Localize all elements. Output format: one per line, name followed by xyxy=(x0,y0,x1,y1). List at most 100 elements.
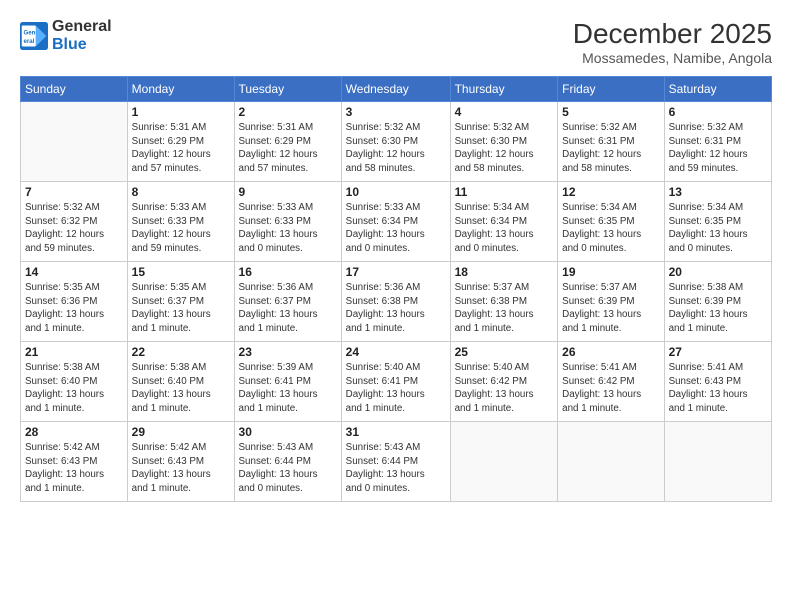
table-row: 2 Sunrise: 5:31 AM Sunset: 6:29 PM Daylig… xyxy=(234,102,341,182)
table-row: 10 Sunrise: 5:33 AM Sunset: 6:34 PM Dayli… xyxy=(341,182,450,262)
day-info: Sunrise: 5:31 AM Sunset: 6:29 PM Dayligh… xyxy=(132,121,230,176)
table-row: 3Sunrise: 5:32 AM Sunset: 6:30 PM Daylig… xyxy=(341,102,450,182)
logo-line1: General xyxy=(52,18,112,36)
day-info: Sunrise: 5:39 AM Sunset: 6:41 PM Dayligh… xyxy=(239,361,337,416)
table-row xyxy=(664,422,771,502)
col-sunday: Sunday xyxy=(21,77,128,102)
table-row: 30 Sunrise: 5:43 AM Sunset: 6:44 PM Dayli… xyxy=(234,422,341,502)
day-info: Sunrise: 5:32 AM Sunset: 6:30 PM Dayligh… xyxy=(455,121,554,176)
col-thursday: Thursday xyxy=(450,77,558,102)
title-block: December 2025 Mossamedes, Namibe, Angola xyxy=(573,18,772,66)
day-info: Sunrise: 5:40 AM Sunset: 6:42 PM Dayligh… xyxy=(455,361,554,416)
day-number: 31 xyxy=(346,425,446,439)
day-number: 8 xyxy=(132,185,230,199)
day-info: Sunrise: 5:43 AM Sunset: 6:44 PM Dayligh… xyxy=(239,441,337,496)
day-info: Sunrise: 5:40 AM Sunset: 6:41 PM Dayligh… xyxy=(346,361,446,416)
table-row: 1Sunrise: 5:31 AM Sunset: 6:29 PM Daylig… xyxy=(127,102,234,182)
day-number: 17 xyxy=(346,265,446,279)
table-row: 19 Sunrise: 5:37 AM Sunset: 6:39 PM Dayli… xyxy=(558,262,664,342)
day-number: 15 xyxy=(132,265,230,279)
table-row: 21 Sunrise: 5:38 AM Sunset: 6:40 PM Dayli… xyxy=(21,342,128,422)
col-wednesday: Wednesday xyxy=(341,77,450,102)
day-info: Sunrise: 5:33 AM Sunset: 6:33 PM Dayligh… xyxy=(132,201,230,256)
svg-text:Gen: Gen xyxy=(24,30,36,37)
day-number: 21 xyxy=(25,345,123,359)
day-info: Sunrise: 5:37 AM Sunset: 6:39 PM Dayligh… xyxy=(562,281,659,336)
day-number: 23 xyxy=(239,345,337,359)
table-row: 12 Sunrise: 5:34 AM Sunset: 6:35 PM Dayli… xyxy=(558,182,664,262)
day-number: 28 xyxy=(25,425,123,439)
table-row: 24 Sunrise: 5:40 AM Sunset: 6:41 PM Dayli… xyxy=(341,342,450,422)
table-row: 11 Sunrise: 5:34 AM Sunset: 6:34 PM Dayli… xyxy=(450,182,558,262)
calendar-table: Sunday Monday Tuesday Wednesday Thursday… xyxy=(20,76,772,502)
day-info: Sunrise: 5:41 AM Sunset: 6:42 PM Dayligh… xyxy=(562,361,659,416)
col-monday: Monday xyxy=(127,77,234,102)
day-number: 26 xyxy=(562,345,659,359)
day-number: 11 xyxy=(455,185,554,199)
day-info: Sunrise: 5:32 AM Sunset: 6:32 PM Dayligh… xyxy=(25,201,123,256)
col-friday: Friday xyxy=(558,77,664,102)
col-saturday: Saturday xyxy=(664,77,771,102)
day-number: 20 xyxy=(669,265,767,279)
day-number: 6 xyxy=(669,105,767,119)
day-number: 24 xyxy=(346,345,446,359)
table-row: 4 Sunrise: 5:32 AM Sunset: 6:30 PM Daylig… xyxy=(450,102,558,182)
table-row: 20 Sunrise: 5:38 AM Sunset: 6:39 PM Dayli… xyxy=(664,262,771,342)
table-row: 8 Sunrise: 5:33 AM Sunset: 6:33 PM Daylig… xyxy=(127,182,234,262)
day-number: 3 xyxy=(346,105,446,119)
table-row xyxy=(450,422,558,502)
day-number: 18 xyxy=(455,265,554,279)
day-info: Sunrise: 5:42 AM Sunset: 6:43 PM Dayligh… xyxy=(132,441,230,496)
day-number: 4 xyxy=(455,105,554,119)
day-number: 5 xyxy=(562,105,659,119)
day-info: Sunrise: 5:37 AM Sunset: 6:38 PM Dayligh… xyxy=(455,281,554,336)
day-number: 29 xyxy=(132,425,230,439)
day-info: Sunrise: 5:33 AM Sunset: 6:34 PM Dayligh… xyxy=(346,201,446,256)
day-number: 10 xyxy=(346,185,446,199)
day-number: 25 xyxy=(455,345,554,359)
day-number: 2 xyxy=(239,105,337,119)
table-row: 27 Sunrise: 5:41 AM Sunset: 6:43 PM Dayli… xyxy=(664,342,771,422)
calendar-week-row: 21 Sunrise: 5:38 AM Sunset: 6:40 PM Dayli… xyxy=(21,342,772,422)
table-row: 9 Sunrise: 5:33 AM Sunset: 6:33 PM Daylig… xyxy=(234,182,341,262)
day-info: Sunrise: 5:34 AM Sunset: 6:34 PM Dayligh… xyxy=(455,201,554,256)
day-info: Sunrise: 5:35 AM Sunset: 6:36 PM Dayligh… xyxy=(25,281,123,336)
day-info: Sunrise: 5:31 AM Sunset: 6:29 PM Dayligh… xyxy=(239,121,337,176)
day-number: 7 xyxy=(25,185,123,199)
table-row: 31Sunrise: 5:43 AM Sunset: 6:44 PM Dayli… xyxy=(341,422,450,502)
logo-icon: Gen eral xyxy=(20,22,48,50)
day-info: Sunrise: 5:34 AM Sunset: 6:35 PM Dayligh… xyxy=(669,201,767,256)
table-row: 18 Sunrise: 5:37 AM Sunset: 6:38 PM Dayli… xyxy=(450,262,558,342)
table-row: 29 Sunrise: 5:42 AM Sunset: 6:43 PM Dayli… xyxy=(127,422,234,502)
header: Gen eral General Blue December 2025 Moss… xyxy=(20,18,772,66)
day-number: 13 xyxy=(669,185,767,199)
day-info: Sunrise: 5:32 AM Sunset: 6:31 PM Dayligh… xyxy=(669,121,767,176)
table-row: 23 Sunrise: 5:39 AM Sunset: 6:41 PM Dayli… xyxy=(234,342,341,422)
day-info: Sunrise: 5:38 AM Sunset: 6:40 PM Dayligh… xyxy=(132,361,230,416)
day-info: Sunrise: 5:35 AM Sunset: 6:37 PM Dayligh… xyxy=(132,281,230,336)
table-row: 15 Sunrise: 5:35 AM Sunset: 6:37 PM Dayli… xyxy=(127,262,234,342)
day-info: Sunrise: 5:36 AM Sunset: 6:38 PM Dayligh… xyxy=(346,281,446,336)
day-number: 27 xyxy=(669,345,767,359)
day-number: 12 xyxy=(562,185,659,199)
day-info: Sunrise: 5:38 AM Sunset: 6:40 PM Dayligh… xyxy=(25,361,123,416)
day-info: Sunrise: 5:38 AM Sunset: 6:39 PM Dayligh… xyxy=(669,281,767,336)
table-row: 14Sunrise: 5:35 AM Sunset: 6:36 PM Dayli… xyxy=(21,262,128,342)
day-number: 30 xyxy=(239,425,337,439)
calendar-header-row: Sunday Monday Tuesday Wednesday Thursday… xyxy=(21,77,772,102)
day-info: Sunrise: 5:41 AM Sunset: 6:43 PM Dayligh… xyxy=(669,361,767,416)
day-info: Sunrise: 5:34 AM Sunset: 6:35 PM Dayligh… xyxy=(562,201,659,256)
day-number: 22 xyxy=(132,345,230,359)
day-info: Sunrise: 5:33 AM Sunset: 6:33 PM Dayligh… xyxy=(239,201,337,256)
svg-text:eral: eral xyxy=(24,38,35,45)
calendar-week-row: 7 Sunrise: 5:32 AM Sunset: 6:32 PM Daylig… xyxy=(21,182,772,262)
table-row: 28Sunrise: 5:42 AM Sunset: 6:43 PM Dayli… xyxy=(21,422,128,502)
table-row: 25 Sunrise: 5:40 AM Sunset: 6:42 PM Dayli… xyxy=(450,342,558,422)
day-number: 19 xyxy=(562,265,659,279)
location: Mossamedes, Namibe, Angola xyxy=(573,50,772,66)
day-number: 9 xyxy=(239,185,337,199)
table-row xyxy=(21,102,128,182)
table-row: 17 Sunrise: 5:36 AM Sunset: 6:38 PM Dayli… xyxy=(341,262,450,342)
table-row: 5Sunrise: 5:32 AM Sunset: 6:31 PM Daylig… xyxy=(558,102,664,182)
table-row: 7 Sunrise: 5:32 AM Sunset: 6:32 PM Daylig… xyxy=(21,182,128,262)
